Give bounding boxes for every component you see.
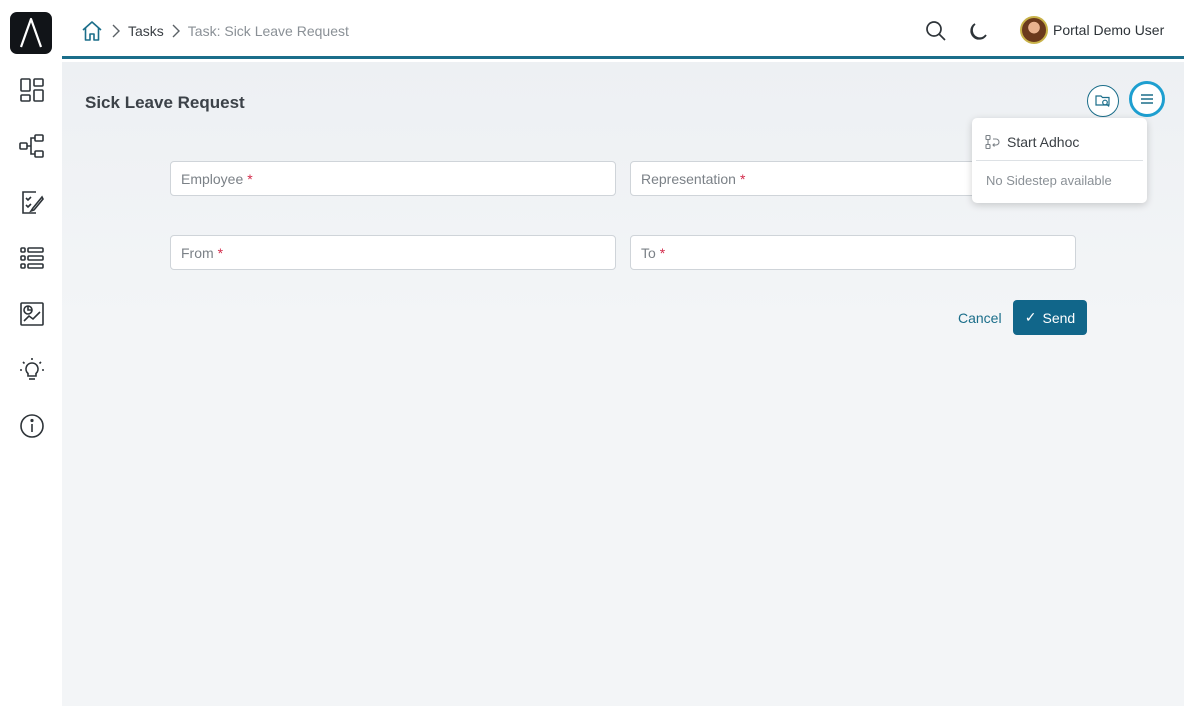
avatar	[1020, 16, 1048, 44]
sidebar-item-dashboard[interactable]	[17, 75, 47, 105]
from-label: From	[181, 244, 214, 261]
list-icon	[20, 247, 44, 269]
actions-dropdown: Start Adhoc No Sidestep available	[972, 118, 1147, 203]
breadcrumb-tasks[interactable]: Tasks	[128, 23, 164, 39]
menu-divider	[976, 160, 1143, 161]
send-button[interactable]: ✓ Send	[1013, 300, 1087, 335]
to-label: To	[641, 244, 656, 261]
top-header: Tasks Task: Sick Leave Request Portal De…	[62, 0, 1184, 59]
adhoc-icon	[985, 134, 1000, 150]
dashboard-icon	[20, 78, 44, 102]
lightbulb-icon	[20, 358, 44, 380]
sidebar-item-info[interactable]	[17, 411, 47, 441]
breadcrumb-home[interactable]	[80, 19, 104, 43]
sidebar	[0, 0, 62, 706]
send-label: Send	[1042, 309, 1076, 326]
folder-search-icon	[1095, 95, 1110, 107]
user-menu[interactable]: Portal Demo User	[1020, 15, 1164, 45]
app-logo[interactable]	[10, 12, 52, 54]
user-name: Portal Demo User	[1053, 22, 1165, 38]
actions-menu-button[interactable]	[1129, 81, 1165, 117]
sidebar-item-statistics[interactable]	[17, 299, 47, 329]
to-date-field[interactable]: To *	[630, 235, 1076, 270]
cancel-button[interactable]: Cancel	[958, 310, 1002, 326]
representation-label: Representation	[641, 170, 736, 187]
process-icon	[19, 134, 44, 158]
sidebar-item-list[interactable]	[17, 243, 47, 273]
required-mark: *	[739, 170, 746, 187]
menu-icon	[1141, 94, 1153, 104]
logo-icon	[19, 17, 43, 48]
required-mark: *	[217, 244, 224, 261]
search-button[interactable]	[923, 18, 949, 44]
start-adhoc-label: Start Adhoc	[1007, 134, 1080, 150]
dark-mode-toggle[interactable]	[965, 18, 991, 44]
required-mark: *	[659, 244, 666, 261]
page-title: Sick Leave Request	[85, 93, 245, 112]
breadcrumb: Tasks Task: Sick Leave Request	[80, 19, 349, 43]
chevron-right-icon	[164, 19, 188, 43]
from-date-field[interactable]: From *	[170, 235, 616, 270]
statistics-icon	[20, 302, 44, 326]
required-mark: *	[247, 170, 253, 187]
home-icon	[82, 21, 102, 41]
start-adhoc-menu-item[interactable]: Start Adhoc	[972, 130, 1147, 154]
case-details-button[interactable]	[1087, 85, 1119, 117]
no-sidestep-text: No Sidestep available	[986, 173, 1112, 188]
tasks-icon	[22, 191, 44, 214]
breadcrumb-current: Task: Sick Leave Request	[187, 23, 349, 39]
employee-field[interactable]: Employee *	[170, 161, 616, 196]
sidebar-item-processes[interactable]	[17, 131, 47, 161]
search-icon	[926, 21, 946, 41]
sidebar-item-ideas[interactable]	[17, 355, 47, 385]
moon-icon	[970, 23, 987, 40]
info-icon	[20, 414, 44, 438]
chevron-right-icon	[104, 19, 128, 43]
sidebar-item-tasks[interactable]	[17, 187, 47, 217]
employee-label: Employee	[181, 170, 244, 187]
check-icon: ✓	[1024, 309, 1037, 325]
